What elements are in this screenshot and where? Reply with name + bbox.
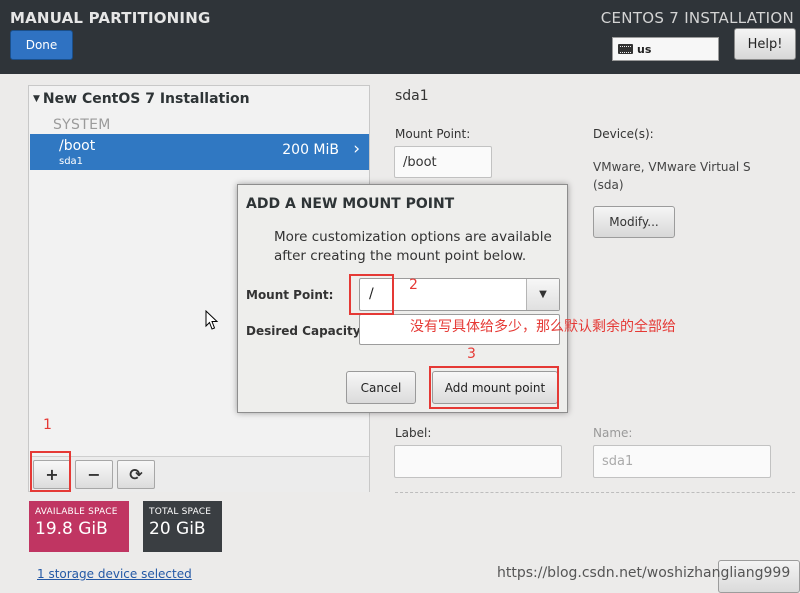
top-bar: MANUAL PARTITIONING Done CENTOS 7 INSTAL… <box>0 0 800 74</box>
installer-title: CENTOS 7 INSTALLATION <box>600 9 794 27</box>
cancel-button[interactable]: Cancel <box>346 371 416 404</box>
watermark: https://blog.csdn.net/woshizhangliang999 <box>497 565 791 581</box>
triangle-down-icon: ▼ <box>33 94 40 104</box>
refresh-button[interactable]: ⟳ <box>117 460 155 489</box>
devices-label: Device(s): <box>593 127 654 141</box>
device-line-2: (sda) <box>593 178 624 192</box>
annotation-number-3: 3 <box>467 346 476 362</box>
installation-group-title: New CentOS 7 Installation <box>42 91 250 107</box>
done-button[interactable]: Done <box>10 30 73 60</box>
modify-button[interactable]: Modify... <box>593 206 675 238</box>
total-space-box: TOTAL SPACE 20 GiB <box>143 501 222 552</box>
label-field[interactable] <box>394 445 562 478</box>
storage-device-link[interactable]: 1 storage device selected <box>37 567 192 581</box>
dropdown-arrow-icon[interactable]: ▼ <box>526 279 559 310</box>
divider <box>395 492 795 493</box>
add-mount-point-button[interactable]: Add mount point <box>432 371 558 404</box>
page-title: MANUAL PARTITIONING <box>10 9 211 27</box>
mount-point-label: Mount Point: <box>395 127 471 141</box>
partition-mount: /boot <box>59 138 96 154</box>
dialog-mount-point-label: Mount Point: <box>246 288 334 302</box>
system-group-label: SYSTEM <box>53 117 111 133</box>
device-description: VMware, VMware Virtual S (sda) <box>593 158 751 194</box>
keyboard-layout-value: us <box>637 42 652 56</box>
dialog-description: More customization options are available… <box>274 229 552 264</box>
partition-size: 200 MiB <box>282 142 339 158</box>
add-mount-point-dialog: ADD A NEW MOUNT POINT More customization… <box>237 184 568 413</box>
annotation-number-2: 2 <box>409 277 418 293</box>
label-label: Label: <box>395 426 432 440</box>
name-field[interactable]: sda1 <box>593 445 771 478</box>
total-space-label: TOTAL SPACE <box>149 507 212 517</box>
keyboard-layout-selector[interactable]: us <box>612 37 719 61</box>
chevron-right-icon: › <box>353 139 360 159</box>
dialog-title: ADD A NEW MOUNT POINT <box>246 196 455 212</box>
available-space-box: AVAILABLE SPACE 19.8 GiB <box>29 501 129 552</box>
partition-row-boot[interactable]: /boot sda1 200 MiB › <box>30 134 369 170</box>
name-label: Name: <box>593 426 633 440</box>
add-partition-button[interactable]: + <box>33 460 71 489</box>
remove-partition-button[interactable]: − <box>75 460 113 489</box>
mouse-pointer-icon <box>205 310 219 330</box>
annotation-note: 没有写具体给多少，那么默认剩余的全部给 <box>410 319 676 335</box>
mount-point-field[interactable]: /boot <box>394 146 492 178</box>
annotation-number-1: 1 <box>43 417 52 433</box>
available-space-label: AVAILABLE SPACE <box>35 507 118 517</box>
available-space-value: 19.8 GiB <box>35 519 108 539</box>
help-button[interactable]: Help! <box>734 28 796 60</box>
total-space-value: 20 GiB <box>149 519 206 539</box>
partition-device: sda1 <box>59 156 84 167</box>
installation-group-header[interactable]: ▼ New CentOS 7 Installation <box>33 91 250 107</box>
keyboard-icon <box>618 44 633 54</box>
partition-toolbar: + − ⟳ <box>30 456 369 492</box>
mount-point-combo[interactable]: / ▼ <box>359 278 560 311</box>
device-line-1: VMware, VMware Virtual S <box>593 160 751 174</box>
mount-point-input[interactable]: / <box>369 286 374 302</box>
selected-device-title: sda1 <box>395 88 429 104</box>
dialog-capacity-label: Desired Capacity: <box>246 324 366 338</box>
